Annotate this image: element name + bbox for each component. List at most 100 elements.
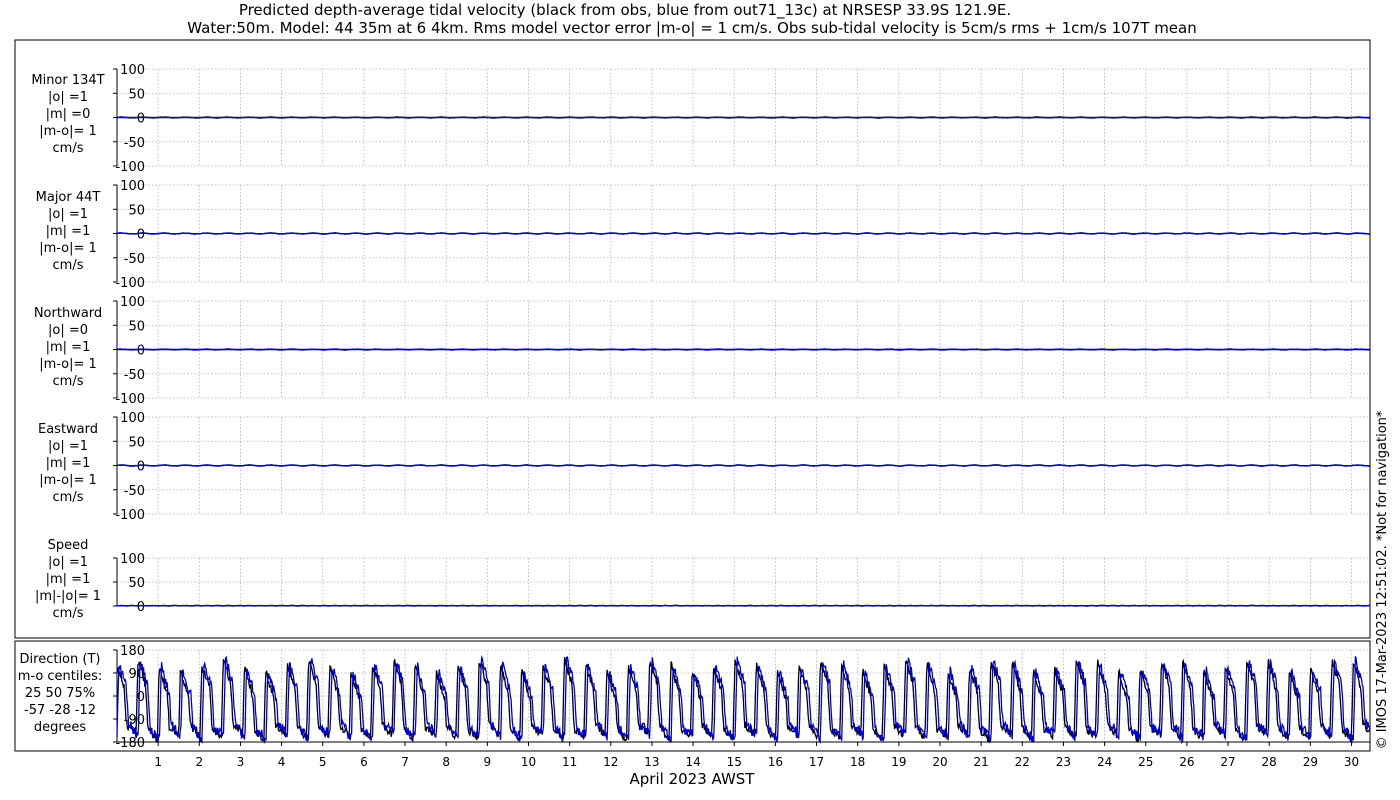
y-tick-label: 0 <box>137 112 145 127</box>
panel-label-line: |o| =1 <box>48 90 88 105</box>
panel-label-line: cm/s <box>53 258 84 273</box>
panel-label-line: -57 -28 -12 <box>24 703 96 718</box>
y-tick-label: 50 <box>128 576 145 591</box>
x-tick-label: 14 <box>685 755 700 769</box>
y-tick-label: 0 <box>137 228 145 243</box>
panel-label-line: |o| =1 <box>48 439 88 454</box>
x-tick-label: 16 <box>768 755 783 769</box>
panel-label-line: |m-o|= 1 <box>39 357 97 372</box>
panel-label-line: |m| =1 <box>46 456 91 471</box>
y-tick-label: -50 <box>124 368 145 383</box>
y-tick-label: -100 <box>115 276 145 291</box>
y-tick-label: -100 <box>115 508 145 523</box>
panel-label-line: 25 50 75% <box>25 686 95 701</box>
x-tick-label: 25 <box>1138 755 1153 769</box>
x-tick-label: 2 <box>195 755 203 769</box>
top-frame-border <box>14 39 1371 639</box>
y-tick-label: 100 <box>120 63 145 78</box>
panel-label-line: Northward <box>34 306 102 321</box>
panel-label-line: |o| =1 <box>48 555 88 570</box>
y-tick-label: 0 <box>137 344 145 359</box>
x-tick-label: 13 <box>644 755 659 769</box>
series-model <box>116 604 1371 607</box>
panel-label-line: Eastward <box>38 422 98 437</box>
y-tick-label: -180 <box>115 736 145 751</box>
x-tick-label: 11 <box>562 755 577 769</box>
y-tick-label: 0 <box>137 600 145 615</box>
y-tick-label: 50 <box>128 319 145 334</box>
x-tick-label: 1 <box>154 755 162 769</box>
credit-note: © IMOS 17-Mar-2023 12:51:02. *Not for na… <box>1375 410 1390 749</box>
tidal-velocity-figure: Predicted depth-average tidal velocity (… <box>14 1 1390 788</box>
top-frame <box>14 39 1371 639</box>
y-tick-label: 100 <box>120 179 145 194</box>
x-tick-label: 29 <box>1303 755 1318 769</box>
panel-label-line: |m| =0 <box>46 107 91 122</box>
y-tick-label: -50 <box>124 136 145 151</box>
panel-east: 100 50 0 -50 -100 Eastward |o| =1 |m| =1 |m-o|= … <box>38 411 1371 523</box>
x-tick-label: 27 <box>1220 755 1235 769</box>
x-tick-label: 23 <box>1056 755 1071 769</box>
y-tick-label: 50 <box>128 203 145 218</box>
x-tick-label: 22 <box>1015 755 1030 769</box>
panel-label-line: degrees <box>34 720 87 735</box>
y-tick-label: 0 <box>137 460 145 475</box>
x-tick-label: 26 <box>1179 755 1194 769</box>
y-tick-label: -100 <box>115 160 145 175</box>
x-tick-label: 4 <box>278 755 286 769</box>
panel-direction: 180900-90-180Direction (T)m-o centiles:2… <box>18 644 1371 751</box>
x-tick-label: 15 <box>727 755 742 769</box>
x-tick-label: 3 <box>237 755 245 769</box>
y-tick-label: 180 <box>120 644 145 659</box>
y-tick-label: 100 <box>120 295 145 310</box>
panel-label-line: cm/s <box>53 606 84 621</box>
x-tick-label: 20 <box>932 755 947 769</box>
panel-label-line: m-o centiles: <box>18 669 103 684</box>
panel-label-line: Direction (T) <box>20 652 101 667</box>
panel-label-line: Major 44T <box>36 190 101 205</box>
y-tick-label: 50 <box>128 435 145 450</box>
panel-label-line: cm/s <box>53 141 84 156</box>
x-axis-label: April 2023 AWST <box>630 770 756 788</box>
y-tick-label: -50 <box>124 252 145 267</box>
x-tick-label: 12 <box>603 755 618 769</box>
y-tick-label: -100 <box>115 392 145 407</box>
panel-major: 100 50 0 -50 -100 Major 44T |o| =1 |m| =1 |m-o|=… <box>36 179 1371 291</box>
panel-label-line: |m|-|o|= 1 <box>35 589 101 604</box>
x-tick-label: 24 <box>1097 755 1112 769</box>
panel-minor: 100 50 0 -50 -100 Minor 134T |o| =1 |m| =0 |m-o|… <box>31 63 1371 175</box>
x-tick-label: 8 <box>442 755 450 769</box>
x-tick-label: 17 <box>809 755 824 769</box>
y-tick-label: -50 <box>124 484 145 499</box>
panel-label-line: |m| =1 <box>46 340 91 355</box>
figure-title-line2: Water:50m. Model: 44 35m at 6 4km. Rms m… <box>187 19 1196 37</box>
panel-label-line: |m-o|= 1 <box>39 124 97 139</box>
x-tick-label: 5 <box>319 755 327 769</box>
x-tick-label: 9 <box>484 755 492 769</box>
x-tick-label: 10 <box>521 755 536 769</box>
panel-label-line: |m| =1 <box>46 224 91 239</box>
x-tick-label: 19 <box>891 755 906 769</box>
panel-label-line: |o| =1 <box>48 207 88 222</box>
panel-label-line: Minor 134T <box>31 73 104 88</box>
panel-north: 100 50 0 -50 -100 Northward |o| =0 |m| =1 |m-o|=… <box>34 295 1371 407</box>
x-tick-label: 28 <box>1262 755 1277 769</box>
panel-speed: 100 50 0 Speed |o| =1 |m| =1 |m|-|o|= 1 cm/s <box>35 538 1371 621</box>
figure-title-line1: Predicted depth-average tidal velocity (… <box>239 1 1011 20</box>
panel-label-line: |m-o|= 1 <box>39 241 97 256</box>
panel-label-line: |m| =1 <box>46 572 91 587</box>
x-tick-label: 30 <box>1344 755 1359 769</box>
y-tick-label: 100 <box>120 411 145 426</box>
x-tick-label: 21 <box>973 755 988 769</box>
panel-label-line: Speed <box>48 538 89 553</box>
y-tick-label: 100 <box>120 552 145 567</box>
x-axis: 1 2 3 4 5 6 7 8 9 10 11 12 13 14 15 16 17 18 19 20 21 22 23 24 2… <box>117 741 1370 769</box>
panel-label-line: |o| =0 <box>48 323 88 338</box>
y-tick-label: 0 <box>137 690 145 705</box>
x-tick-label: 7 <box>401 755 409 769</box>
panel-label-line: cm/s <box>53 490 84 505</box>
x-tick-label: 18 <box>850 755 865 769</box>
x-tick-label: 6 <box>360 755 368 769</box>
panel-label-line: cm/s <box>53 374 84 389</box>
y-tick-label: 50 <box>128 87 145 102</box>
